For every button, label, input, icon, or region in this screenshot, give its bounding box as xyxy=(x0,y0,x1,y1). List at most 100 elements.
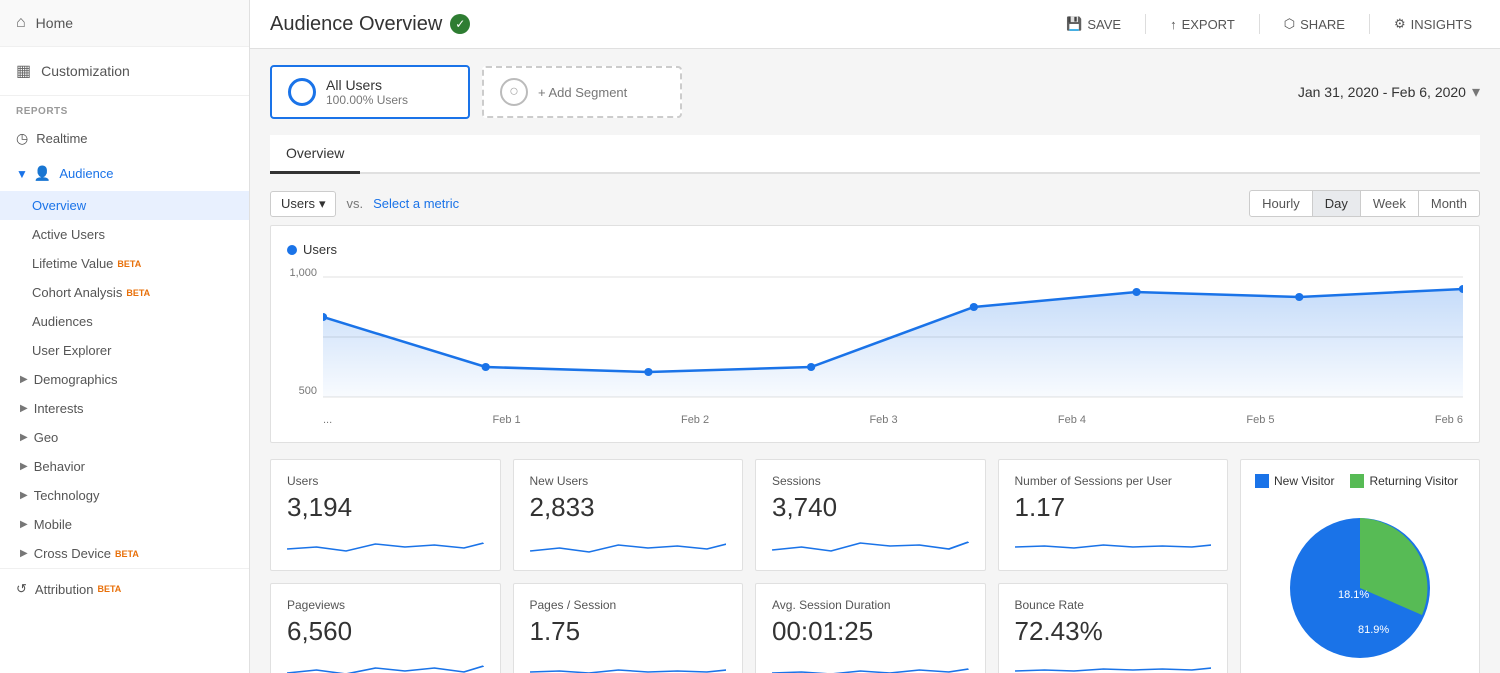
stat-pages-per-session: Pages / Session 1.75 xyxy=(513,583,744,673)
sidebar-item-overview[interactable]: Overview xyxy=(0,191,249,220)
sidebar-item-audience[interactable]: ▼ 👤 Audience xyxy=(0,156,249,191)
export-label: EXPORT xyxy=(1182,17,1235,32)
all-users-segment[interactable]: All Users 100.00% Users xyxy=(270,65,470,119)
stat-sessions-per-user-label: Number of Sessions per User xyxy=(1015,474,1212,488)
stat-avg-session-duration-value: 00:01:25 xyxy=(772,616,969,647)
cross-device-label: Cross Device xyxy=(34,546,111,561)
save-button[interactable]: 💾 SAVE xyxy=(1058,12,1129,36)
x-label-feb5: Feb 5 xyxy=(1246,414,1274,426)
chart-svg xyxy=(323,267,1463,407)
cross-device-arrow-icon: ▶ xyxy=(20,548,28,559)
month-button[interactable]: Month xyxy=(1419,190,1480,217)
stat-sessions-sparkline xyxy=(772,529,969,559)
stat-new-users-sparkline xyxy=(530,529,727,559)
sidebar-item-cross-device[interactable]: ▶ Cross Device BETA xyxy=(0,539,249,568)
sidebar-item-demographics[interactable]: ▶ Demographics xyxy=(0,365,249,394)
share-button[interactable]: ⬡ SHARE xyxy=(1276,12,1353,36)
insights-button[interactable]: ⚙ INSIGHTS xyxy=(1386,12,1480,36)
stats-section: Users 3,194 New Users 2,833 xyxy=(270,459,1228,673)
pie-label-returning: 18.1% xyxy=(1338,589,1369,601)
header-separator-3 xyxy=(1369,14,1370,34)
segment-bar: All Users 100.00% Users ○ + Add Segment … xyxy=(270,65,1480,119)
save-icon: 💾 xyxy=(1066,16,1082,32)
metric-label: Users xyxy=(281,196,315,211)
chart-x-labels: ... Feb 1 Feb 2 Feb 3 Feb 4 Feb 5 Feb 6 xyxy=(323,410,1463,426)
users-legend-label: Users xyxy=(303,242,337,257)
sidebar-item-geo[interactable]: ▶ Geo xyxy=(0,423,249,452)
x-label-feb1: Feb 1 xyxy=(493,414,521,426)
technology-arrow-icon: ▶ xyxy=(20,490,28,501)
sidebar-item-audiences[interactable]: Audiences xyxy=(0,307,249,336)
week-button[interactable]: Week xyxy=(1361,190,1419,217)
audiences-label: Audiences xyxy=(32,314,93,329)
attribution-beta: BETA xyxy=(97,584,121,594)
sidebar-item-attribution[interactable]: ↺ Attribution BETA xyxy=(0,568,249,609)
demographics-label: Demographics xyxy=(34,372,118,387)
stat-avg-session-duration-label: Avg. Session Duration xyxy=(772,598,969,612)
chart-legend: Users xyxy=(287,242,1463,257)
header-separator-2 xyxy=(1259,14,1260,34)
cross-device-beta: BETA xyxy=(115,549,139,559)
returning-visitor-legend: Returning Visitor xyxy=(1350,474,1458,488)
stat-sessions-per-user: Number of Sessions per User 1.17 xyxy=(998,459,1229,571)
select-metric-link[interactable]: Select a metric xyxy=(373,196,459,211)
sidebar-item-home[interactable]: ⌂ Home xyxy=(0,0,249,47)
date-range-chevron-icon: ▾ xyxy=(1472,82,1480,102)
metric-dropdown-arrow-icon: ▾ xyxy=(319,196,326,212)
returning-visitor-label: Returning Visitor xyxy=(1369,474,1458,488)
stat-pages-per-session-value: 1.75 xyxy=(530,616,727,647)
hourly-button[interactable]: Hourly xyxy=(1249,190,1313,217)
sidebar-item-user-explorer[interactable]: User Explorer xyxy=(0,336,249,365)
sidebar-item-lifetime-value[interactable]: Lifetime Value BETA xyxy=(0,249,249,278)
stat-bounce-rate-sparkline xyxy=(1015,653,1212,673)
geo-label: Geo xyxy=(34,430,59,445)
stat-bounce-rate-value: 72.43% xyxy=(1015,616,1212,647)
day-button[interactable]: Day xyxy=(1313,190,1361,217)
sidebar-item-behavior[interactable]: ▶ Behavior xyxy=(0,452,249,481)
stat-sessions-per-user-value: 1.17 xyxy=(1015,492,1212,523)
chart-area: Users 1,000 500 xyxy=(270,225,1480,443)
segment-info: All Users 100.00% Users xyxy=(326,77,408,107)
sidebar-item-technology[interactable]: ▶ Technology xyxy=(0,481,249,510)
stat-new-users: New Users 2,833 xyxy=(513,459,744,571)
sidebar-customization-label: Customization xyxy=(41,63,130,79)
mobile-arrow-icon: ▶ xyxy=(20,519,28,530)
demographics-arrow-icon: ▶ xyxy=(20,374,28,385)
add-segment-circle-icon: ○ xyxy=(500,78,528,106)
customization-icon: ▦ xyxy=(16,61,31,81)
export-icon: ↑ xyxy=(1170,17,1177,32)
insights-label: INSIGHTS xyxy=(1411,17,1472,32)
sidebar-item-interests[interactable]: ▶ Interests xyxy=(0,394,249,423)
header-actions: 💾 SAVE ↑ EXPORT ⬡ SHARE ⚙ INSIGHTS xyxy=(1058,12,1480,36)
stat-users: Users 3,194 xyxy=(270,459,501,571)
verified-icon: ✓ xyxy=(450,14,470,34)
pie-chart-container: New Visitor Returning Visitor xyxy=(1240,459,1480,673)
tab-overview[interactable]: Overview xyxy=(270,135,360,174)
stat-bounce-rate: Bounce Rate 72.43% xyxy=(998,583,1229,673)
sidebar-item-realtime[interactable]: ◷ Realtime xyxy=(0,121,249,156)
sidebar-item-cohort-analysis[interactable]: Cohort Analysis BETA xyxy=(0,278,249,307)
y-label-500: 500 xyxy=(287,385,317,397)
lifetime-value-label: Lifetime Value xyxy=(32,256,113,271)
date-range-selector[interactable]: Jan 31, 2020 - Feb 6, 2020 ▾ xyxy=(1298,82,1480,102)
sidebar-item-mobile[interactable]: ▶ Mobile xyxy=(0,510,249,539)
returning-visitor-color-box xyxy=(1350,474,1364,488)
stat-pages-per-session-label: Pages / Session xyxy=(530,598,727,612)
export-button[interactable]: ↑ EXPORT xyxy=(1162,13,1243,36)
sidebar-item-customization[interactable]: ▦ Customization xyxy=(0,47,249,96)
content-area: All Users 100.00% Users ○ + Add Segment … xyxy=(250,49,1500,673)
sidebar-item-active-users[interactable]: Active Users xyxy=(0,220,249,249)
add-segment-button[interactable]: ○ + Add Segment xyxy=(482,66,682,118)
insights-icon: ⚙ xyxy=(1394,16,1406,32)
users-legend-dot xyxy=(287,245,297,255)
stat-pages-per-session-sparkline xyxy=(530,653,727,673)
stat-sessions-per-user-sparkline xyxy=(1015,529,1212,559)
metric-dropdown[interactable]: Users ▾ xyxy=(270,191,336,217)
x-label-feb6: Feb 6 xyxy=(1435,414,1463,426)
sidebar: ⌂ Home ▦ Customization REPORTS ◷ Realtim… xyxy=(0,0,250,673)
page-title-text: Audience Overview xyxy=(270,13,442,36)
main-content: Audience Overview ✓ 💾 SAVE ↑ EXPORT ⬡ SH… xyxy=(250,0,1500,673)
bottom-section: Users 3,194 New Users 2,833 xyxy=(270,459,1480,673)
attribution-label: Attribution xyxy=(35,582,94,597)
metric-selector: Users ▾ vs. Select a metric xyxy=(270,191,459,217)
